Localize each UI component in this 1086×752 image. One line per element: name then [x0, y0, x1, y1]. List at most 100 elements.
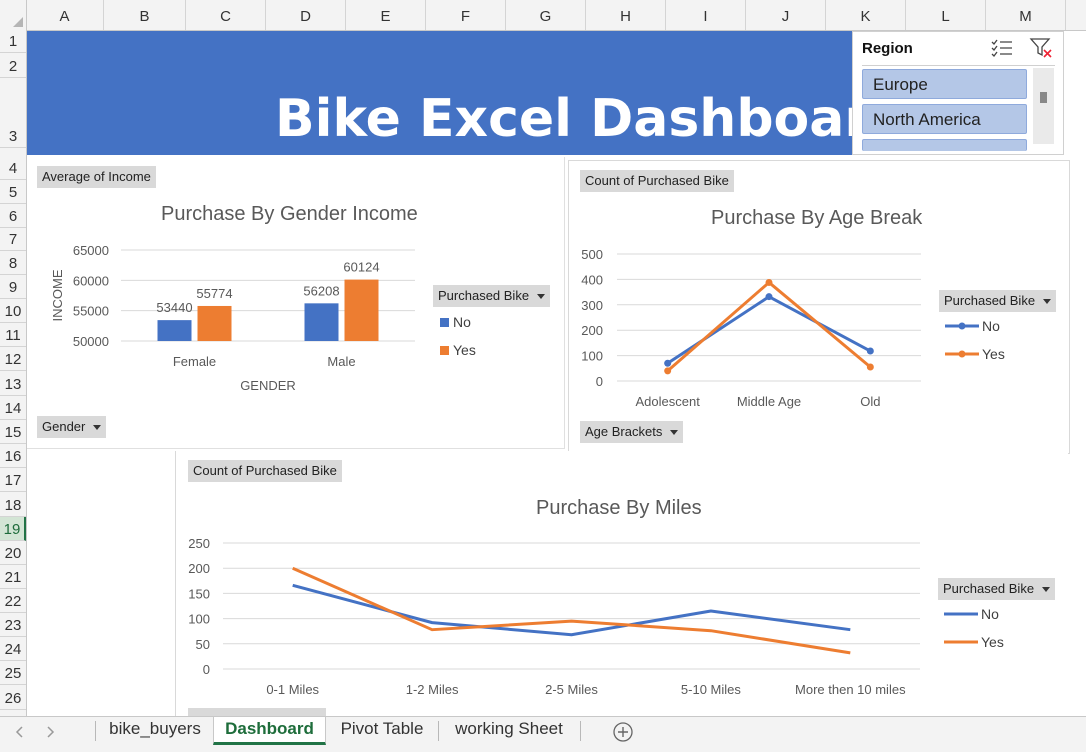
row-header-8[interactable]: 8: [0, 251, 26, 275]
legend-field-button[interactable]: Purchased Bike: [939, 290, 1057, 312]
slicer-title: Region: [862, 40, 913, 57]
clear-filter-icon[interactable]: [1029, 36, 1055, 60]
legend-field-label: Purchased Bike: [438, 288, 530, 303]
x-axis-title: GENDER: [240, 378, 296, 393]
y-tick-label: 150: [188, 586, 210, 601]
row-header-11[interactable]: 11: [0, 323, 26, 347]
series-marker-no: [765, 293, 773, 301]
multi-select-icon[interactable]: [989, 38, 1015, 58]
row-header-6[interactable]: 6: [0, 204, 26, 228]
scroll-right-icon[interactable]: [44, 725, 56, 739]
row-header-5[interactable]: 5: [0, 180, 26, 204]
row-header-25[interactable]: 25: [0, 661, 26, 685]
chart-miles[interactable]: Count of Purchased Bike Purchase By Mile…: [175, 451, 1068, 716]
y-tick-label: 0: [203, 662, 210, 677]
y-tick-label: 300: [581, 298, 603, 313]
series-marker-no: [866, 347, 874, 355]
row-header-26[interactable]: 26: [0, 685, 26, 710]
tab-dashboard[interactable]: Dashboard: [213, 717, 326, 745]
series-marker-yes: [866, 363, 874, 371]
axis-field-button-age-brackets[interactable]: Age Brackets: [580, 421, 684, 443]
row-header-2[interactable]: 2: [0, 53, 26, 78]
axis-field-button-gender[interactable]: Gender: [37, 416, 107, 438]
select-all-corner[interactable]: [0, 0, 27, 30]
legend-label-yes: Yes: [981, 634, 1004, 650]
row-header-20[interactable]: 20: [0, 541, 26, 565]
legend-label-yes: Yes: [453, 342, 476, 358]
legend-field-label: Purchased Bike: [944, 293, 1036, 308]
dropdown-icon: [1042, 587, 1051, 593]
x-tick-label: Old: [860, 394, 880, 409]
row-header-1[interactable]: 1: [0, 30, 26, 53]
row-header-17[interactable]: 17: [0, 468, 26, 492]
chart-gender-income[interactable]: Average of Income Purchase By Gender Inc…: [27, 157, 565, 449]
slicer-item-north-america[interactable]: North America: [862, 104, 1027, 134]
sheet-tab-bar: bike_buyers Dashboard Pivot Table workin…: [0, 716, 1086, 752]
axis-field-button-partial[interactable]: [188, 708, 326, 716]
row-header-21[interactable]: 21: [0, 565, 26, 589]
x-tick-label: Middle Age: [737, 394, 801, 409]
row-header-3[interactable]: 3: [0, 78, 26, 148]
row-header-10[interactable]: 10: [0, 299, 26, 323]
row-header-7[interactable]: 7: [0, 228, 26, 251]
column-header-k[interactable]: K: [826, 0, 906, 30]
y-tick-label: 65000: [73, 243, 109, 258]
row-header-16[interactable]: 16: [0, 444, 26, 468]
series-marker-no: [664, 359, 672, 367]
bar-yes-female: [197, 305, 232, 341]
column-header-a[interactable]: A: [26, 0, 104, 30]
row-header-24[interactable]: 24: [0, 637, 26, 661]
data-label: 53440: [156, 300, 192, 315]
add-sheet-icon[interactable]: [612, 721, 634, 743]
row-header-bar: 1 2 3 4 5 6 7 8 9 10 11 12 13 14 15 16 17 18 19 20 21 22 23 24 2…: [0, 30, 27, 716]
region-slicer[interactable]: Region Europe North America: [852, 31, 1064, 155]
column-header-d[interactable]: D: [266, 0, 346, 30]
slicer-item-partial[interactable]: [862, 139, 1027, 151]
column-header-b[interactable]: B: [104, 0, 186, 30]
column-header-m[interactable]: M: [986, 0, 1066, 30]
slicer-item-europe[interactable]: Europe: [862, 69, 1027, 99]
scroll-left-icon[interactable]: [14, 725, 26, 739]
y-tick-label: 0: [596, 374, 603, 389]
column-header-f[interactable]: F: [426, 0, 506, 30]
miles-plot: 0 50 100 150 200 250 0-1 Miles 1-2 Miles 2-5 Mil…: [188, 536, 920, 697]
row-header-18[interactable]: 18: [0, 492, 26, 517]
x-tick-label: Male: [327, 354, 355, 369]
row-header-4[interactable]: 4: [0, 148, 26, 180]
row-header-19[interactable]: 19: [0, 517, 26, 541]
y-tick-label: 50000: [73, 334, 109, 349]
series-marker-yes: [765, 278, 773, 286]
data-label: 55774: [196, 286, 232, 301]
row-header-12[interactable]: 12: [0, 347, 26, 371]
tab-bike-buyers[interactable]: bike_buyers: [100, 717, 210, 745]
column-header-e[interactable]: E: [346, 0, 426, 30]
dropdown-icon: [537, 294, 546, 300]
column-header-j[interactable]: J: [746, 0, 826, 30]
row-header-15[interactable]: 15: [0, 420, 26, 444]
row-header-9[interactable]: 9: [0, 275, 26, 299]
column-header-l[interactable]: L: [906, 0, 986, 30]
column-header-c[interactable]: C: [186, 0, 266, 30]
row-header-14[interactable]: 14: [0, 396, 26, 420]
row-header-13[interactable]: 13: [0, 371, 26, 396]
row-header-23[interactable]: 23: [0, 613, 26, 637]
dashboard-title: Bike Excel Dashboard: [275, 89, 908, 149]
slicer-scrollbar[interactable]: [1033, 68, 1054, 144]
chart-age-break[interactable]: Count of Purchased Bike Purchase By Age …: [568, 160, 1070, 454]
legend-label-no: No: [982, 318, 1000, 334]
slicer-scroll-thumb[interactable]: [1040, 92, 1047, 103]
dropdown-icon: [670, 430, 679, 436]
legend-label-yes: Yes: [982, 346, 1005, 362]
series-line-no: [292, 583, 851, 637]
column-header-g[interactable]: G: [506, 0, 586, 30]
legend-field-button[interactable]: Purchased Bike: [433, 285, 551, 307]
legend-lines: [944, 612, 978, 644]
tab-working-sheet[interactable]: working Sheet: [442, 717, 576, 745]
row-header-22[interactable]: 22: [0, 589, 26, 613]
column-header-h[interactable]: H: [586, 0, 666, 30]
tab-pivot-table[interactable]: Pivot Table: [330, 717, 434, 745]
legend-swatch-no: [440, 318, 449, 327]
y-tick-label: 50: [196, 637, 210, 652]
legend-field-button[interactable]: Purchased Bike: [938, 578, 1056, 600]
column-header-i[interactable]: I: [666, 0, 746, 30]
